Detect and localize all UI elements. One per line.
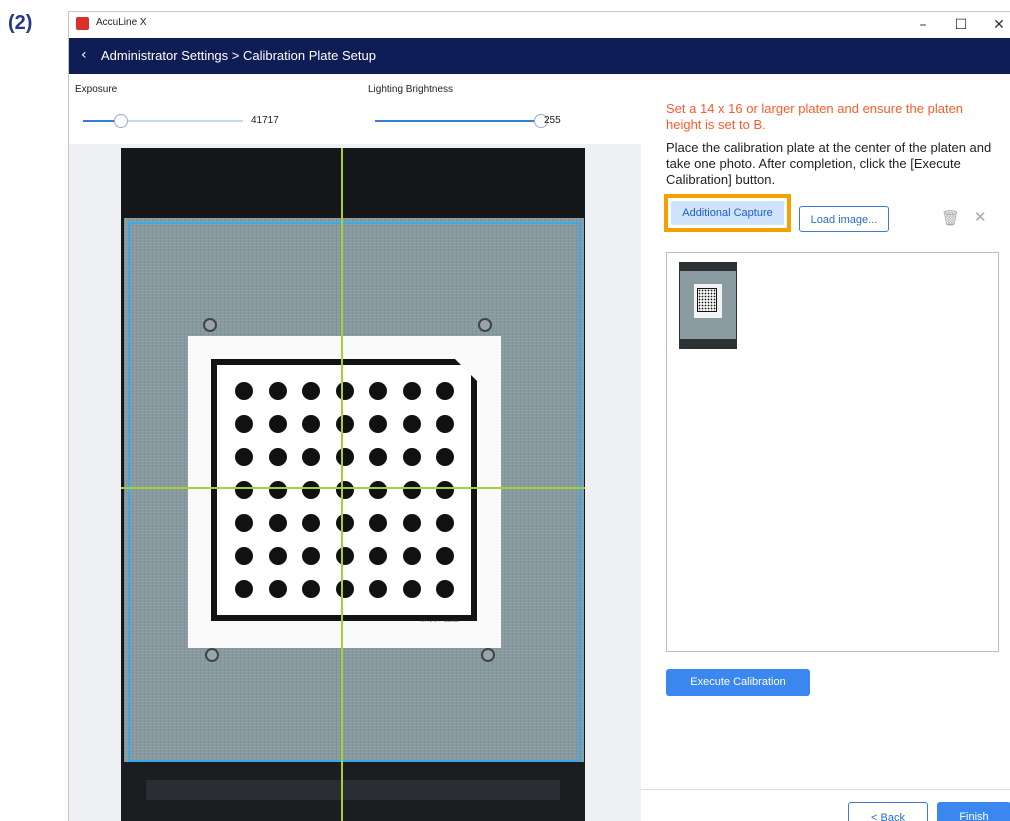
calibration-dot [268, 514, 287, 532]
calibration-dot [335, 547, 354, 565]
calibration-dot [302, 415, 320, 433]
brightness-slider[interactable] [375, 114, 548, 128]
brightness-label: Lighting Brightness [368, 84, 454, 95]
calibration-dot [402, 448, 421, 466]
calibration-dot [335, 481, 354, 499]
calibration-dot [436, 448, 454, 466]
calibration-dot [402, 514, 421, 532]
calibration-dot [436, 481, 454, 499]
platen-base-strip [146, 780, 560, 800]
calibration-dot [335, 382, 354, 400]
calibration-dot [235, 547, 253, 565]
brightness-value: 255 [544, 115, 561, 126]
calibration-dot [335, 580, 354, 598]
calibration-dot [402, 415, 421, 433]
exposure-label: Exposure [75, 84, 118, 95]
calibration-dot [369, 481, 387, 499]
calibration-dot [235, 481, 253, 499]
title-bar: AccuLine X – ☐ ✕ [69, 12, 1010, 38]
calibration-dot [369, 580, 387, 598]
settings-pane: Set a 14 x 16 or larger platen and ensur… [641, 74, 1010, 821]
footer-divider [641, 789, 1010, 790]
calibration-dot [335, 514, 354, 532]
calibration-dot [235, 580, 253, 598]
calibration-dot [402, 481, 421, 499]
calibration-dot [335, 415, 354, 433]
captured-image-thumbnail[interactable] [679, 262, 737, 349]
instruction-text: Place the calibration plate at the cente… [666, 140, 992, 187]
execute-calibration-button[interactable]: Execute Calibration [666, 669, 810, 696]
thumbnail-grid [697, 288, 717, 312]
crosshair-horizontal [121, 487, 585, 489]
screw-icon [205, 648, 219, 662]
calibration-dot [302, 580, 320, 598]
app-logo-icon [76, 17, 89, 30]
finish-button[interactable]: Finish [937, 802, 1010, 821]
page-header: ‹ Administrator Settings > Calibration P… [69, 38, 1010, 74]
calibration-dot [302, 382, 320, 400]
calibration-dot [268, 382, 287, 400]
warning-text: Set a 14 x 16 or larger platen and ensur… [666, 101, 964, 132]
back-button[interactable]: < Back [848, 802, 928, 821]
thumbnail-plate [694, 284, 722, 318]
calibration-dot [402, 547, 421, 565]
calibration-dot [436, 580, 454, 598]
calibration-dot [335, 448, 354, 466]
calibration-dot [436, 547, 454, 565]
calibration-dot [235, 382, 253, 400]
camera-preview[interactable]: TYF-0.5 / CAL8X8 [121, 148, 585, 821]
calibration-dot [302, 547, 320, 565]
calibration-dot [436, 514, 454, 532]
calibration-dot [302, 481, 320, 499]
close-window-button[interactable]: ✕ [984, 14, 1010, 36]
calibration-dot [302, 514, 320, 532]
calibration-dot [369, 547, 387, 565]
calibration-dot [402, 580, 421, 598]
app-window: AccuLine X – ☐ ✕ ‹ Administrator Setting… [68, 11, 1010, 821]
screw-icon [203, 318, 217, 332]
calibration-dot [402, 382, 421, 400]
window-title: AccuLine X [96, 17, 147, 28]
captured-images-list [666, 252, 999, 652]
calibration-dot [268, 547, 287, 565]
load-image-button[interactable]: Load image... [799, 206, 889, 232]
crosshair-vertical [341, 148, 343, 821]
brightness-slider-fill [375, 120, 541, 122]
exposure-slider-thumb[interactable] [114, 114, 129, 128]
close-icon[interactable]: ✕ [974, 208, 987, 226]
plate-serial: TYF-0.5 / CAL8X8 [420, 620, 459, 624]
trash-icon[interactable]: 🗑 [941, 209, 960, 227]
calibration-dot [268, 580, 287, 598]
calibration-dot [235, 415, 253, 433]
additional-capture-highlight: Additional Capture [664, 194, 791, 232]
step-label: (2) [8, 12, 33, 34]
calibration-plate-frame [211, 359, 477, 621]
calibration-dot [235, 514, 253, 532]
calibration-dot [235, 448, 253, 466]
chevron-left-icon[interactable]: ‹ [81, 47, 87, 63]
calibration-dot [268, 415, 287, 433]
calibration-dot [436, 415, 454, 433]
calibration-dot [436, 382, 454, 400]
calibration-dot [302, 448, 320, 466]
plate-notch [455, 359, 477, 381]
calibration-dot [268, 481, 287, 499]
maximize-button[interactable]: ☐ [946, 14, 976, 36]
calibration-dot [369, 448, 387, 466]
screw-icon [481, 648, 495, 662]
calibration-dot [369, 382, 387, 400]
calibration-plate: TYF-0.5 / CAL8X8 [188, 336, 501, 648]
screw-icon [478, 318, 492, 332]
calibration-dot [369, 514, 387, 532]
calibration-dot [268, 448, 287, 466]
exposure-slider[interactable] [83, 114, 243, 128]
camera-pane: Exposure 41717 Lighting Brightness 255 T… [69, 74, 641, 821]
exposure-value: 41717 [251, 115, 279, 126]
additional-capture-button[interactable]: Additional Capture [671, 201, 784, 225]
minimize-button[interactable]: – [908, 14, 938, 36]
breadcrumb: Administrator Settings > Calibration Pla… [101, 48, 376, 63]
calibration-dot [369, 415, 387, 433]
